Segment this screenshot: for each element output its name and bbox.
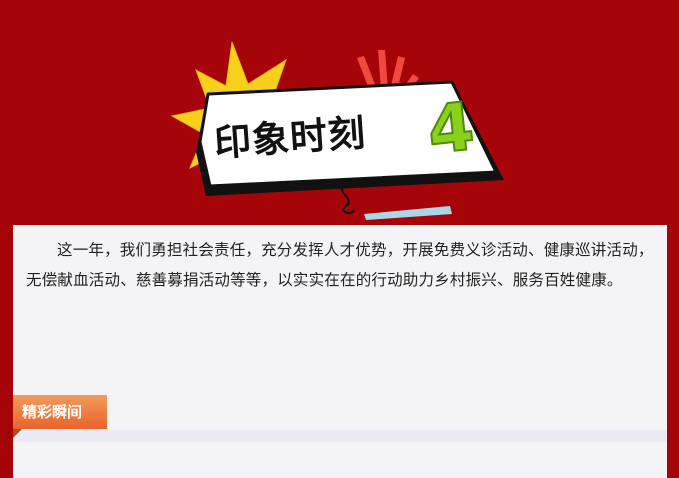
blue-ribbon xyxy=(364,206,452,220)
section-heading-tag: 精彩瞬间 xyxy=(13,395,107,438)
content-card: 这一年，我们勇担社会责任，充分发挥人才优势，开展免费义诊活动、健康巡讲活动，无偿… xyxy=(13,225,667,478)
page-title: 印象时刻 xyxy=(212,111,368,165)
header-banner: 印象时刻 4 xyxy=(0,0,679,228)
section-heading: 精彩瞬间 xyxy=(22,403,83,421)
tag-fold-icon xyxy=(13,429,22,438)
intro-paragraph: 这一年，我们勇担社会责任，充分发挥人才优势，开展免费义诊活动、健康巡讲活动，无偿… xyxy=(26,241,654,289)
page: 印象时刻 4 这一年，我们勇担社会责任，充分发挥人才优势，开展免费义诊活动、健康… xyxy=(0,0,679,478)
title-number: 4 xyxy=(423,87,479,170)
section-divider xyxy=(13,430,667,442)
